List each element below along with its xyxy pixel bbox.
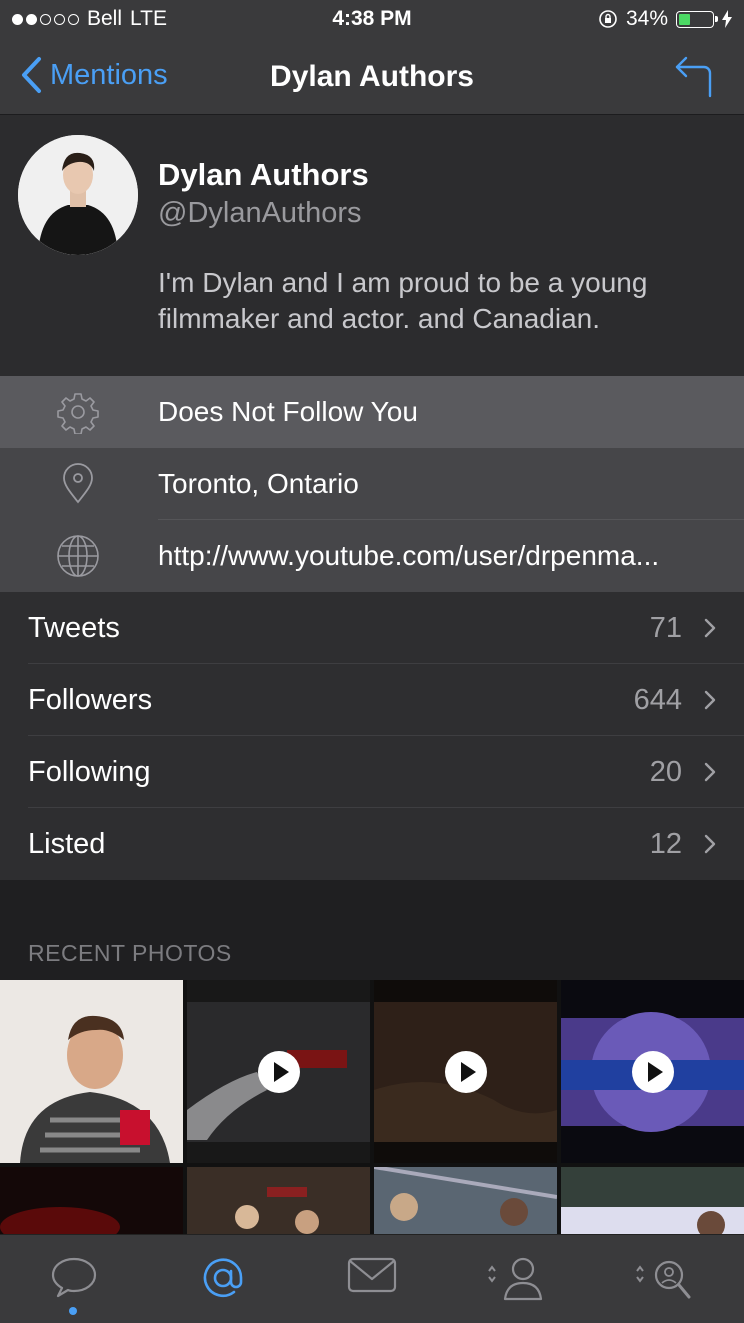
stat-row-tweets[interactable]: Tweets 71 bbox=[0, 592, 744, 664]
photo-thumbnail[interactable] bbox=[0, 1167, 183, 1234]
nav-bar: Mentions Dylan Authors bbox=[0, 40, 744, 115]
reply-arrow-icon bbox=[675, 56, 712, 98]
play-icon bbox=[631, 1050, 674, 1093]
photo-thumbnail[interactable] bbox=[561, 1167, 744, 1234]
recent-photos-section: RECENT PHOTOS bbox=[0, 880, 744, 980]
stat-count: 20 bbox=[649, 756, 682, 788]
stat-count: 644 bbox=[633, 684, 682, 716]
stat-row-listed[interactable]: Listed 12 bbox=[0, 808, 744, 880]
stat-label: Listed bbox=[28, 828, 106, 860]
follow-status-label: Does Not Follow You bbox=[158, 396, 418, 427]
profile-icon bbox=[488, 1257, 543, 1301]
profile-bio: I'm Dylan and I am proud to be a young f… bbox=[158, 267, 648, 334]
url-link[interactable]: http://www.youtube.com/user/drpenma... bbox=[158, 540, 659, 572]
location-row[interactable]: Toronto, Ontario bbox=[0, 448, 744, 520]
active-indicator bbox=[69, 1307, 77, 1315]
section-header: RECENT PHOTOS bbox=[28, 940, 232, 966]
battery-percent: 34% bbox=[625, 7, 668, 30]
chevron-right-icon bbox=[704, 690, 716, 710]
follow-status-row[interactable]: Does Not Follow You bbox=[0, 376, 744, 448]
avatar[interactable] bbox=[18, 135, 138, 255]
chevron-right-icon bbox=[704, 762, 716, 782]
status-bar: Bell LTE 4:38 PM 34% bbox=[0, 0, 744, 40]
chat-bubble-icon bbox=[51, 1257, 97, 1298]
photo-thumbnail[interactable] bbox=[0, 980, 183, 1163]
stat-label: Following bbox=[28, 756, 151, 788]
stat-row-following[interactable]: Following 20 bbox=[0, 736, 744, 808]
url-row[interactable]: http://www.youtube.com/user/drpenma... bbox=[0, 520, 744, 592]
tab-search[interactable] bbox=[630, 1255, 700, 1305]
chevron-right-icon bbox=[704, 834, 716, 854]
profile-handle: @DylanAuthors bbox=[158, 197, 362, 229]
tab-mentions[interactable] bbox=[193, 1255, 253, 1305]
profile-header: Dylan Authors @DylanAuthors I'm Dylan an… bbox=[0, 115, 744, 376]
stat-row-followers[interactable]: Followers 644 bbox=[0, 664, 744, 736]
envelope-icon bbox=[347, 1257, 397, 1293]
chevron-right-icon bbox=[704, 618, 716, 638]
avatar-image bbox=[18, 135, 138, 255]
tab-messages[interactable] bbox=[342, 1255, 402, 1305]
reply-button[interactable] bbox=[674, 54, 714, 103]
stat-count: 12 bbox=[649, 828, 682, 860]
page-title: Dylan Authors bbox=[270, 60, 474, 93]
video-thumbnail[interactable] bbox=[561, 980, 744, 1163]
tab-bar bbox=[0, 1234, 744, 1323]
search-icon bbox=[636, 1260, 691, 1299]
photo-thumbnail[interactable] bbox=[187, 1167, 370, 1234]
status-right: 34% bbox=[598, 7, 732, 31]
video-thumbnail[interactable] bbox=[374, 980, 557, 1163]
tab-timeline[interactable] bbox=[44, 1255, 104, 1305]
gear-icon bbox=[57, 393, 99, 434]
globe-icon bbox=[57, 535, 99, 577]
mentions-icon bbox=[203, 1258, 243, 1297]
play-icon bbox=[444, 1050, 487, 1093]
stat-count: 71 bbox=[649, 612, 682, 644]
video-thumbnail[interactable] bbox=[187, 980, 370, 1163]
stat-label: Followers bbox=[28, 684, 153, 716]
rotation-lock-icon bbox=[599, 10, 617, 28]
charging-bolt-icon bbox=[722, 10, 732, 28]
profile-name: Dylan Authors bbox=[158, 157, 369, 192]
stat-label: Tweets bbox=[28, 612, 120, 644]
play-icon bbox=[257, 1050, 300, 1093]
photo-thumbnail[interactable] bbox=[374, 1167, 557, 1234]
location-pin-icon bbox=[63, 463, 93, 504]
battery-icon bbox=[676, 10, 718, 28]
tab-profile[interactable] bbox=[482, 1255, 552, 1305]
location-label: Toronto, Ontario bbox=[158, 468, 359, 499]
photo-grid bbox=[0, 980, 744, 1234]
